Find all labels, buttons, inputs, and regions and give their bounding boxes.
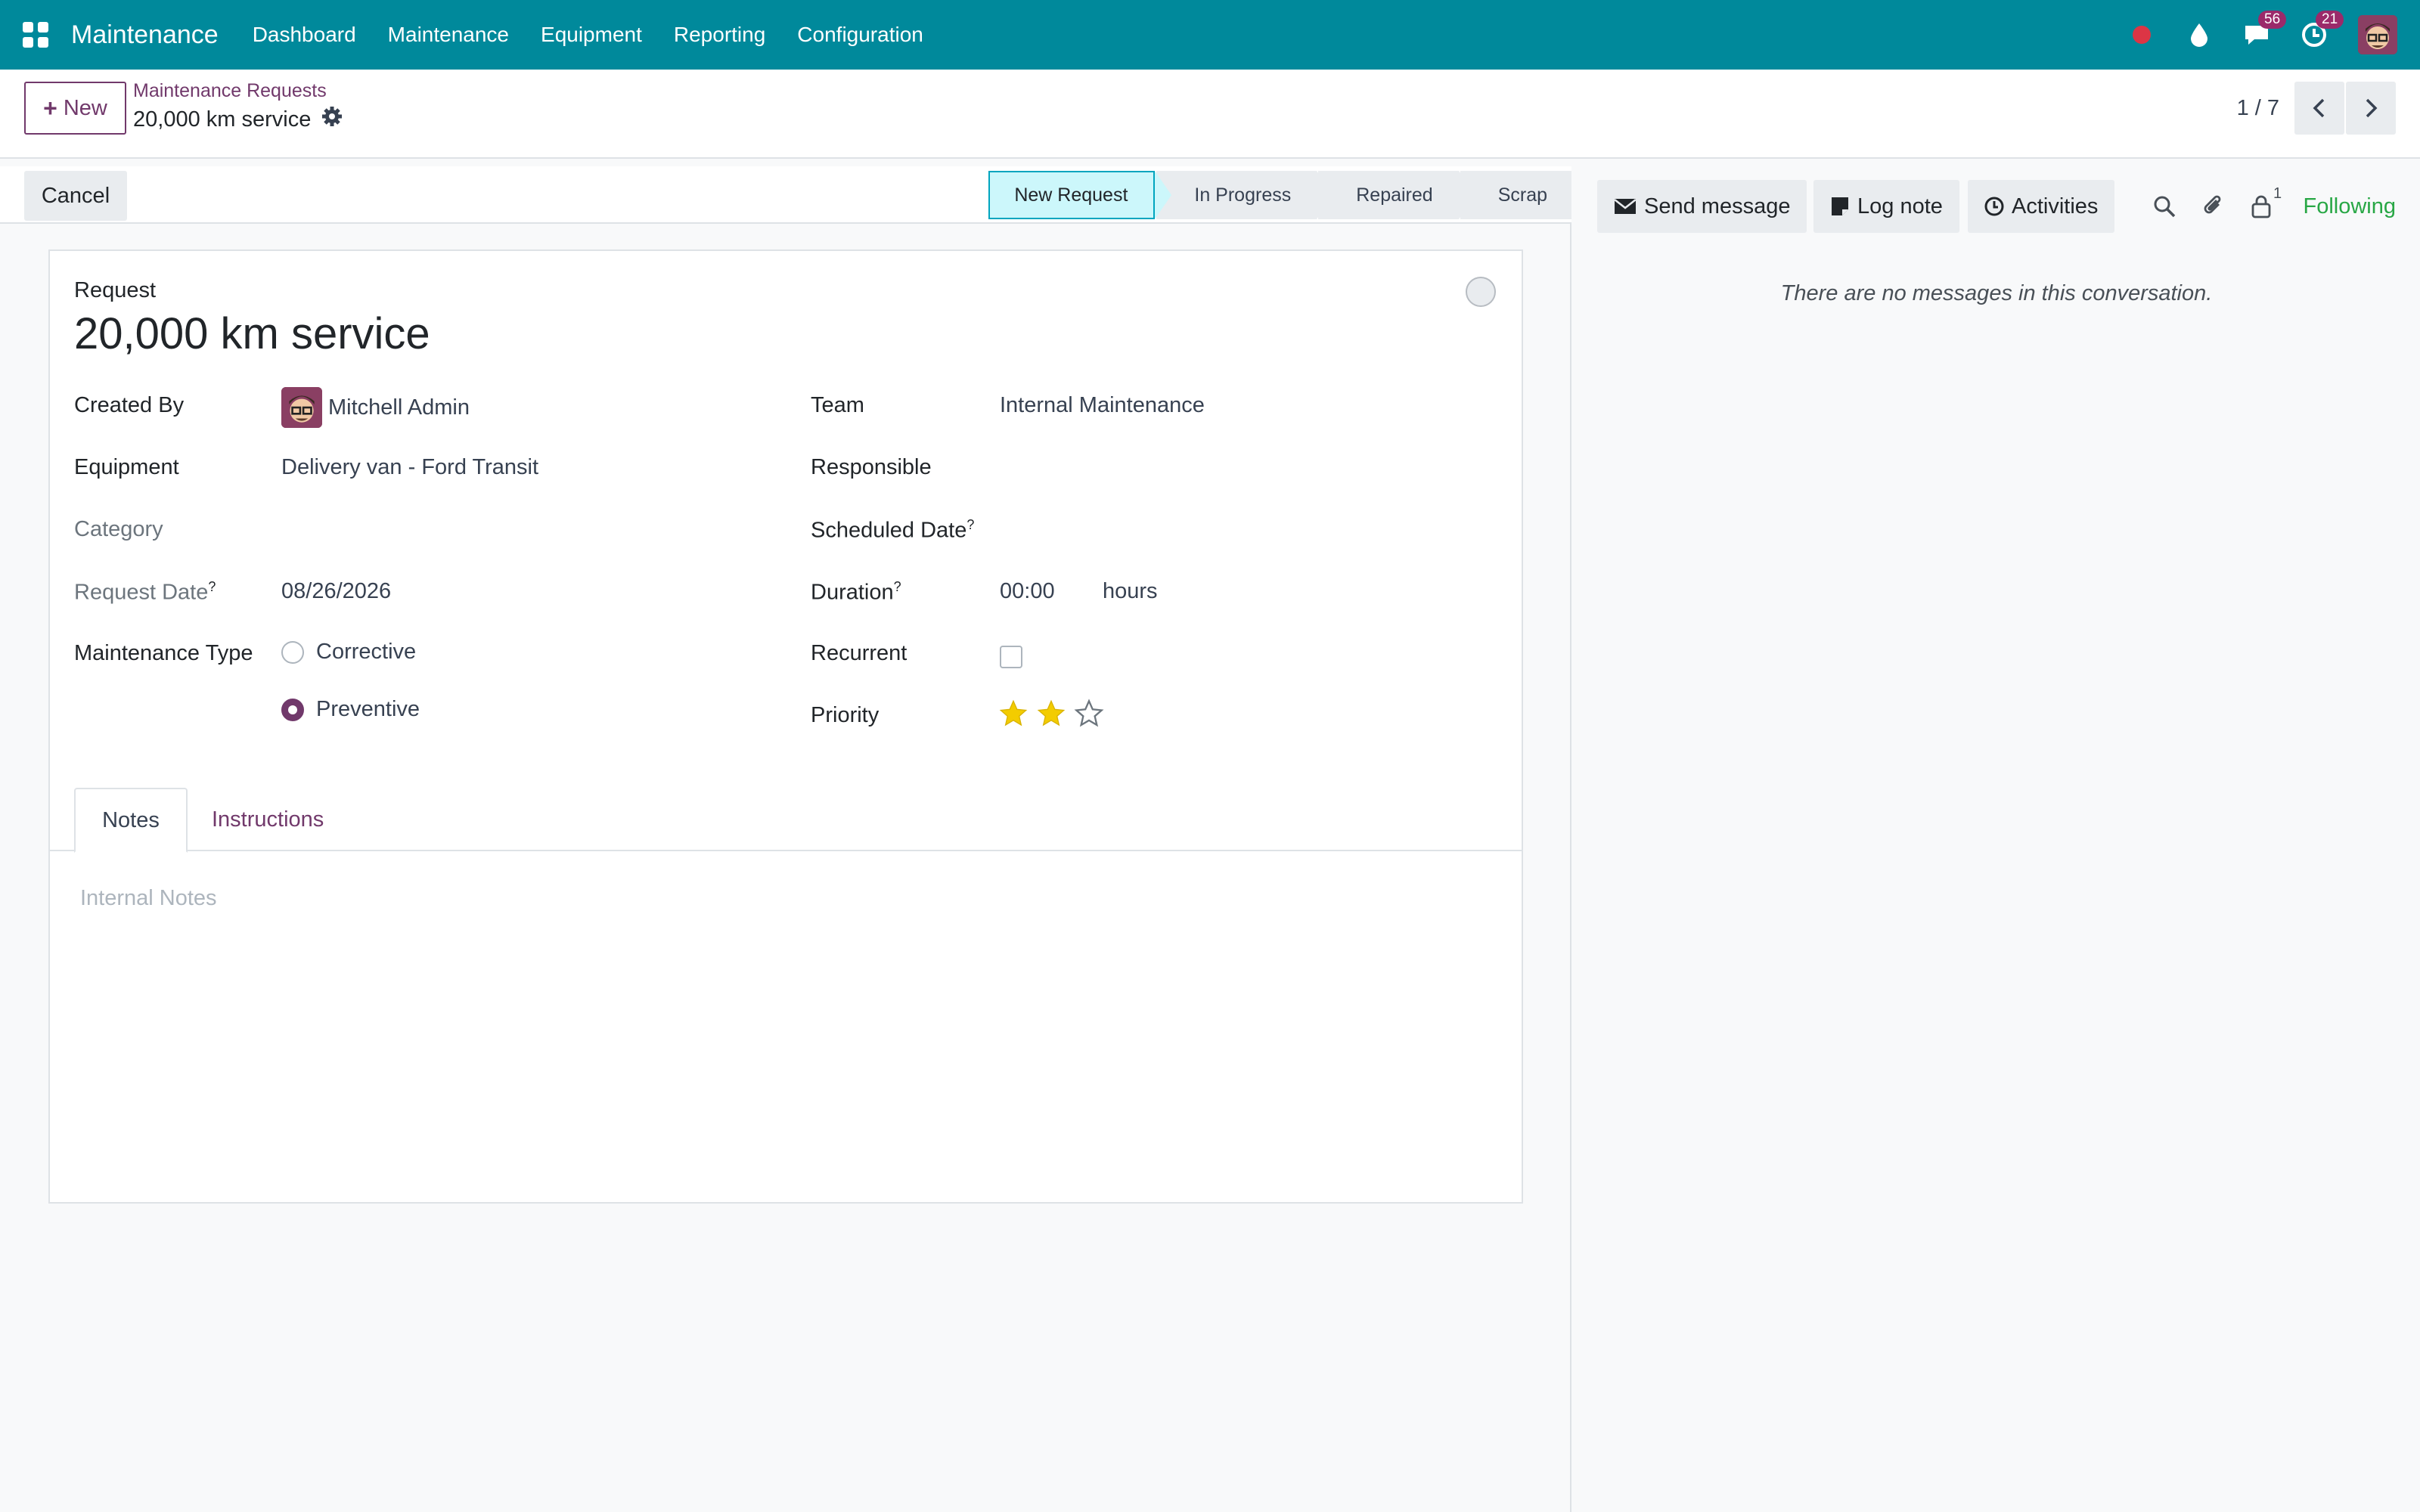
note-icon <box>1832 197 1848 215</box>
radio-preventive-label: Preventive <box>316 697 420 721</box>
priority-star-1-icon[interactable] <box>998 699 1028 729</box>
duration-field[interactable]: 00:00 <box>1000 579 1055 604</box>
chatter-toolbar-icons: 1 <box>2152 180 2282 233</box>
stage-pipeline: New Request In Progress Repaired Scrap <box>987 171 1571 219</box>
following-button[interactable]: Following <box>2304 180 2397 233</box>
pager-value[interactable]: 1 / 7 <box>2237 96 2279 121</box>
activities-badge: 21 <box>2316 11 2344 29</box>
equipment-label: Equipment <box>74 455 179 479</box>
category-field[interactable] <box>281 517 765 544</box>
nav-dashboard[interactable]: Dashboard <box>253 23 356 47</box>
category-label: Category <box>74 517 163 541</box>
send-message-button[interactable]: Send message <box>1597 180 1807 233</box>
radio-corrective[interactable]: Corrective <box>281 640 416 665</box>
notebook-tabs: Notes Instructions <box>50 788 1522 853</box>
drop-icon[interactable] <box>2186 21 2213 48</box>
gear-icon[interactable] <box>321 106 343 133</box>
top-navbar: Maintenance Dashboard Maintenance Equipm… <box>0 0 2420 70</box>
user-avatar[interactable] <box>2358 15 2397 54</box>
nav-reporting[interactable]: Reporting <box>674 23 765 47</box>
radio-corrective-label: Corrective <box>316 640 417 664</box>
stage-new-request[interactable]: New Request <box>988 171 1172 219</box>
recurrent-checkbox[interactable] <box>1000 646 1022 668</box>
chatter-panel: Send message Log note Activities 1 Follo… <box>1573 166 2420 1512</box>
empty-conversation-message: There are no messages in this conversati… <box>1780 281 2213 305</box>
activities-button[interactable]: Activities <box>1968 180 2115 233</box>
followers-count: 1 <box>2273 185 2282 202</box>
pager: 1 / 7 <box>2237 82 2396 135</box>
kanban-state-indicator[interactable] <box>1466 277 1496 307</box>
request-name-field[interactable]: 20,000 km service <box>74 308 430 359</box>
responsible-label: Responsible <box>811 455 932 479</box>
chevron-right-icon <box>2366 98 2378 118</box>
apps-menu-icon[interactable] <box>23 22 48 48</box>
radio-corrective-circle[interactable] <box>281 640 304 664</box>
stage-repaired[interactable]: Repaired <box>1318 171 1476 219</box>
request-date-label: Request Date? <box>74 579 216 605</box>
priority-star-2-icon[interactable] <box>1036 699 1066 729</box>
creator-avatar <box>281 387 322 428</box>
send-message-label: Send message <box>1644 194 1791 218</box>
record-indicator-icon[interactable] <box>2128 21 2155 48</box>
form-statusbar: Cancel New Request In Progress Repaired … <box>0 166 1571 224</box>
radio-preventive[interactable]: Preventive <box>281 697 420 722</box>
control-panel: + New Maintenance Requests 20,000 km ser… <box>0 70 2420 159</box>
messages-badge: 56 <box>2258 11 2287 29</box>
pager-next-button[interactable] <box>2346 82 2396 135</box>
record-title: 20,000 km service <box>133 107 312 132</box>
recurrent-label: Recurrent <box>811 641 908 665</box>
followers-button[interactable]: 1 <box>2251 185 2282 218</box>
created-by-field[interactable]: Mitchell Admin <box>281 387 470 428</box>
activities-clock-icon[interactable]: 21 <box>2301 11 2344 48</box>
log-note-label: Log note <box>1857 194 1943 218</box>
navbar-systray: 56 21 <box>2128 0 2397 70</box>
maintenance-type-label: Maintenance Type <box>74 641 253 665</box>
team-field[interactable]: Internal Maintenance <box>1000 393 1205 418</box>
scheduled-date-label: Scheduled Date? <box>811 517 975 543</box>
log-note-button[interactable]: Log note <box>1813 180 1959 233</box>
lock-icon <box>2251 195 2271 218</box>
priority-star-3-icon[interactable] <box>1074 699 1104 729</box>
stage-scrap[interactable]: Scrap <box>1460 171 1571 219</box>
help-tooltip-icon[interactable]: ? <box>208 579 216 594</box>
stage-in-progress[interactable]: In Progress <box>1156 171 1334 219</box>
activities-label: Activities <box>2012 194 2099 218</box>
request-date-field[interactable]: 08/26/2026 <box>281 579 391 604</box>
pager-previous-button[interactable] <box>2294 82 2344 135</box>
nav-maintenance[interactable]: Maintenance <box>388 23 509 47</box>
cancel-button[interactable]: Cancel <box>24 171 127 221</box>
radio-preventive-circle[interactable] <box>281 698 304 721</box>
duration-unit: hours <box>1103 579 1158 603</box>
help-tooltip-icon[interactable]: ? <box>894 579 901 594</box>
plus-icon: + <box>43 94 57 122</box>
new-button[interactable]: + New <box>24 82 126 135</box>
paperclip-icon[interactable] <box>2202 194 2225 219</box>
request-label: Request <box>74 278 157 302</box>
tab-instructions[interactable]: Instructions <box>212 788 324 851</box>
tab-notes[interactable]: Notes <box>74 788 188 853</box>
chevron-left-icon <box>2313 98 2325 118</box>
created-by-label: Created By <box>74 393 185 417</box>
search-icon[interactable] <box>2152 194 2176 218</box>
clock-icon <box>1984 197 2004 216</box>
created-by-value: Mitchell Admin <box>328 395 470 420</box>
breadcrumb-maintenance-requests[interactable]: Maintenance Requests <box>133 80 327 102</box>
help-tooltip-icon[interactable]: ? <box>966 517 974 532</box>
equipment-field[interactable]: Delivery van - Ford Transit <box>281 455 538 480</box>
priority-label: Priority <box>811 703 880 727</box>
nav-equipment[interactable]: Equipment <box>541 23 642 47</box>
nav-configuration[interactable]: Configuration <box>797 23 923 47</box>
responsible-field[interactable] <box>1000 455 1484 482</box>
scheduled-date-field[interactable] <box>1000 517 1484 544</box>
priority-stars <box>998 699 1104 729</box>
envelope-icon <box>1614 199 1637 214</box>
messages-icon[interactable]: 56 <box>2243 11 2287 48</box>
internal-notes-field[interactable]: Internal Notes <box>80 886 217 911</box>
new-button-label: New <box>63 95 107 120</box>
breadcrumb-current-record: 20,000 km service <box>133 106 343 133</box>
team-label: Team <box>811 393 864 417</box>
duration-label: Duration? <box>811 579 901 605</box>
app-brand[interactable]: Maintenance <box>71 20 219 50</box>
form-sheet: Request 20,000 km service Created By Mit… <box>48 249 1523 1204</box>
